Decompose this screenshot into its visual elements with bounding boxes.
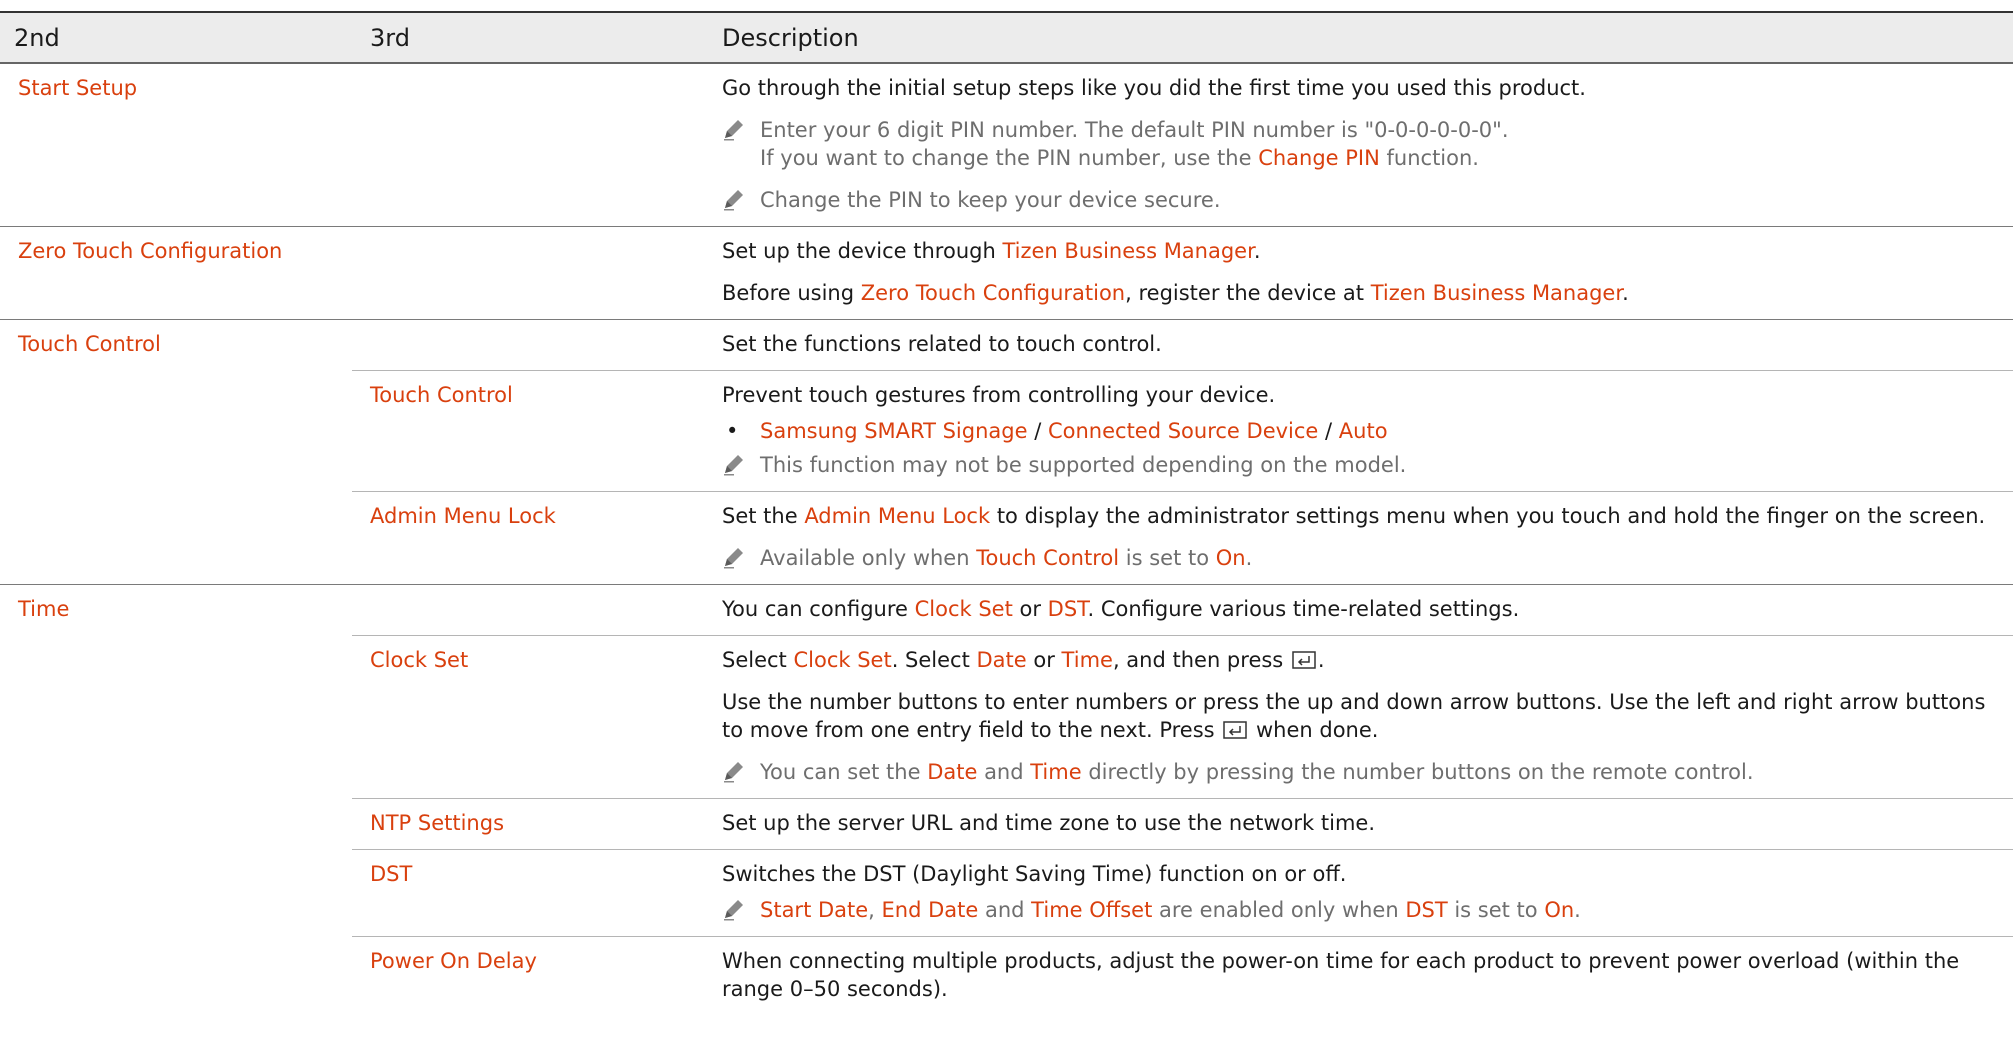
subitem-touch-control[interactable]: Touch Control — [352, 370, 704, 492]
subitem-ntp-settings[interactable]: NTP Settings — [352, 798, 704, 850]
description-text: Set up the server URL and time zone to u… — [722, 811, 1375, 835]
link-clock-set[interactable]: Clock Set — [915, 597, 1013, 621]
table-row: Zero Touch Configuration Set up the devi… — [0, 226, 2013, 320]
description-text: Set up the device through Tizen Business… — [722, 239, 1261, 263]
note: This function may not be supported depen… — [722, 451, 2013, 479]
pencil-icon — [724, 120, 743, 141]
description-text: Go through the initial setup steps like … — [722, 76, 1586, 100]
description-text: Prevent touch gestures from controlling … — [722, 383, 1276, 407]
description-text: When connecting multiple products, adjus… — [722, 949, 1960, 1001]
link-clock-set[interactable]: Clock Set — [793, 648, 891, 672]
subitem-power-on-delay[interactable]: Power On Delay — [352, 936, 704, 1015]
link-on[interactable]: On — [1216, 546, 1246, 570]
note: You can set the Date and Time directly b… — [722, 758, 2013, 786]
description-text: Set the Admin Menu Lock to display the a… — [722, 504, 1986, 528]
item-time[interactable]: Time — [0, 585, 352, 1016]
subitem-clock-set[interactable]: Clock Set — [352, 635, 704, 799]
description-text: Select Clock Set. Select Date or Time, a… — [722, 648, 1325, 672]
table-row: Time You can configure Clock Set or DST.… — [0, 585, 2013, 636]
header-3rd: 3rd — [352, 13, 704, 64]
table-row: Touch Control Set the functions related … — [0, 319, 2013, 585]
link-dst[interactable]: DST — [1405, 898, 1447, 922]
note: Change the PIN to keep your device secur… — [722, 186, 2013, 214]
link-zero-touch-configuration[interactable]: Zero Touch Configuration — [861, 281, 1125, 305]
note: Start Date, End Date and Time Offset are… — [722, 896, 2013, 924]
description-text: You can configure Clock Set or DST. Conf… — [722, 597, 1520, 621]
subitem-admin-menu-lock[interactable]: Admin Menu Lock — [352, 491, 704, 585]
item-zero-touch-configuration[interactable]: Zero Touch Configuration — [0, 226, 352, 320]
note: Available only when Touch Control is set… — [722, 544, 2013, 572]
description-text: Set the functions related to touch contr… — [722, 332, 1162, 356]
link-date[interactable]: Date — [977, 648, 1027, 672]
description-text: Before using Zero Touch Configuration, r… — [722, 281, 1629, 305]
note-text: Enter your 6 digit PIN number. The defau… — [760, 118, 1509, 142]
option-auto[interactable]: Auto — [1339, 419, 1388, 443]
pencil-icon — [724, 900, 743, 921]
link-on[interactable]: On — [1544, 898, 1574, 922]
item-start-setup[interactable]: Start Setup — [0, 63, 352, 227]
option-connected-source-device[interactable]: Connected Source Device — [1048, 419, 1318, 443]
link-date[interactable]: Date — [927, 760, 977, 784]
link-tizen-business-manager[interactable]: Tizen Business Manager — [1002, 239, 1253, 263]
option-list: • Samsung SMART Signage / Connected Sour… — [726, 419, 1388, 443]
table-row: Start Setup Go through the initial setup… — [0, 63, 2013, 227]
option-samsung-smart-signage[interactable]: Samsung SMART Signage — [760, 419, 1028, 443]
description-text: Use the number buttons to enter numbers … — [722, 690, 1986, 742]
note-text: Change the PIN to keep your device secur… — [760, 188, 1221, 212]
table-header-row: 2nd 3rd Description — [0, 13, 2013, 64]
pencil-icon — [724, 548, 743, 569]
enter-icon — [1223, 721, 1248, 739]
header-description: Description — [704, 13, 2013, 64]
link-time-offset[interactable]: Time Offset — [1031, 898, 1152, 922]
pencil-icon — [724, 455, 743, 476]
link-tizen-business-manager[interactable]: Tizen Business Manager — [1371, 281, 1622, 305]
header-2nd: 2nd — [0, 13, 352, 64]
enter-icon — [1292, 651, 1316, 669]
bullet-icon: • — [726, 419, 739, 443]
link-dst[interactable]: DST — [1048, 597, 1088, 621]
menu-table: 2nd 3rd Description Start Setup Go throu… — [0, 13, 2013, 1015]
link-start-date[interactable]: Start Date — [760, 898, 868, 922]
note: Enter your 6 digit PIN number. The defau… — [722, 116, 2013, 172]
description-text: Switches the DST (Daylight Saving Time) … — [722, 862, 1347, 886]
link-admin-menu-lock[interactable]: Admin Menu Lock — [804, 504, 990, 528]
subitem-dst[interactable]: DST — [352, 849, 704, 937]
pencil-icon — [724, 762, 743, 783]
note-text: This function may not be supported depen… — [760, 453, 1407, 477]
link-touch-control[interactable]: Touch Control — [976, 546, 1119, 570]
link-change-pin[interactable]: Change PIN — [1258, 146, 1380, 170]
link-end-date[interactable]: End Date — [882, 898, 979, 922]
pencil-icon — [724, 190, 743, 211]
link-time[interactable]: Time — [1030, 760, 1081, 784]
manual-page: 2nd 3rd Description Start Setup Go throu… — [0, 0, 2013, 1052]
item-touch-control[interactable]: Touch Control — [0, 319, 352, 585]
link-time[interactable]: Time — [1062, 648, 1113, 672]
